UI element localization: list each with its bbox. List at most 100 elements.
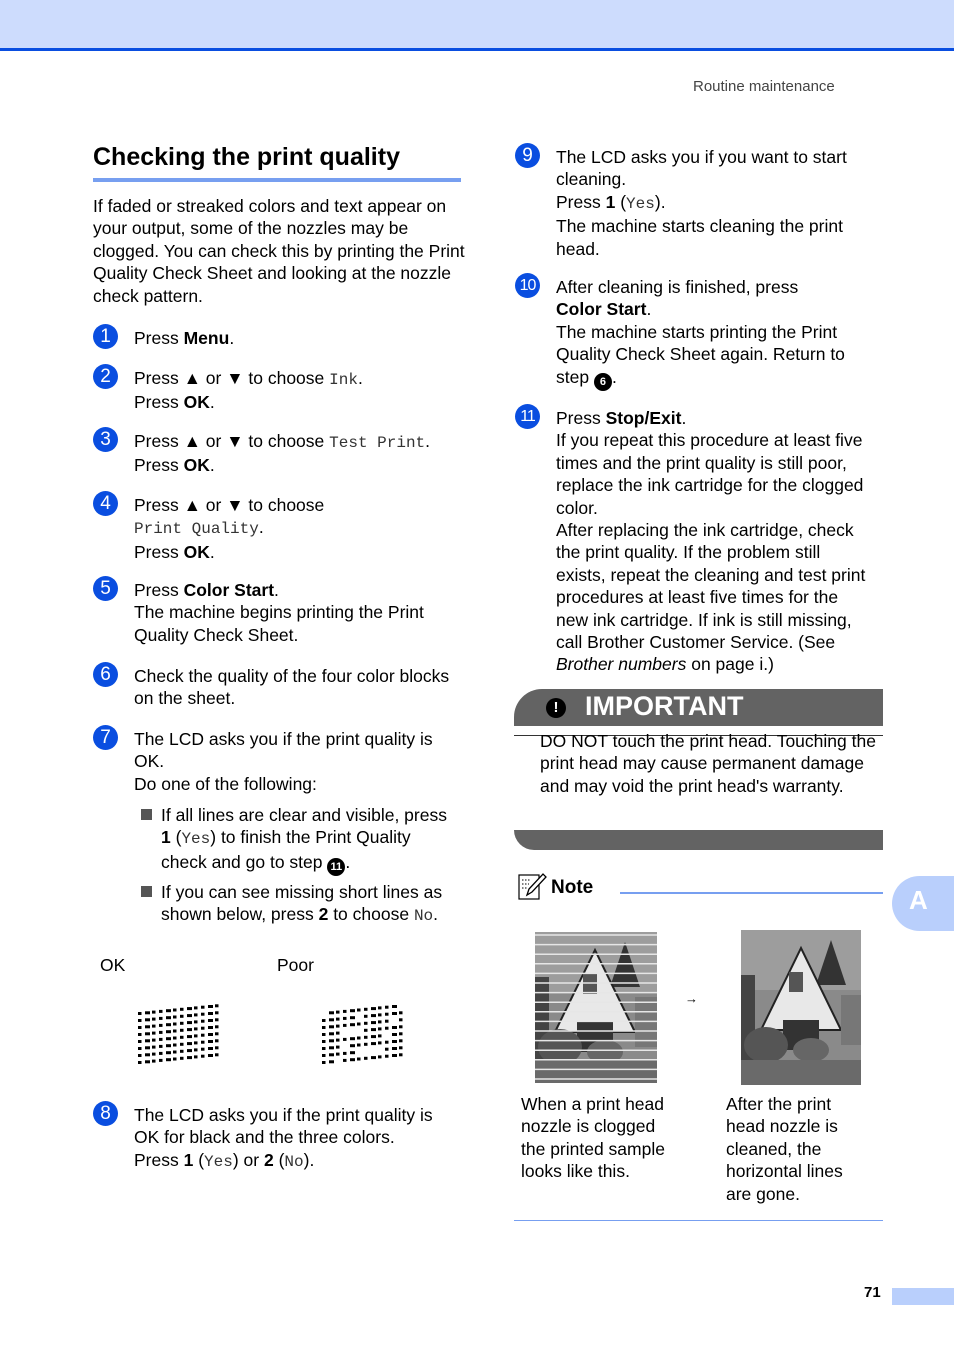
nozzle-dot — [392, 1047, 397, 1050]
nozzle-dot — [159, 1058, 163, 1062]
nozzle-dot — [364, 1007, 368, 1011]
nozzle-dot — [385, 1040, 389, 1044]
nozzle-pattern-ok — [138, 1004, 219, 1064]
nozzle-dot — [145, 1039, 150, 1043]
page-number: 71 — [864, 1284, 881, 1301]
photo-clogged-sample — [535, 932, 657, 1083]
nozzle-dot — [159, 1016, 163, 1020]
nozzle-dot — [180, 1035, 184, 1039]
important-title: IMPORTANT — [585, 691, 744, 721]
nozzle-dot — [329, 1039, 334, 1043]
nozzle-dot — [378, 1027, 382, 1031]
nozzle-dot — [187, 1021, 192, 1025]
nozzle-dot — [357, 1057, 361, 1061]
page-tab-marker — [892, 1288, 954, 1305]
lcd-option: Ink — [329, 371, 358, 389]
nozzle-dot — [336, 1010, 340, 1014]
cross-reference-link[interactable]: Brother numbers — [556, 654, 686, 674]
nozzle-dot — [343, 1058, 347, 1062]
ok-label: OK — [100, 955, 126, 975]
nozzle-dot — [399, 1053, 403, 1057]
chapter-tab[interactable]: A — [892, 876, 954, 931]
step-reference-badge: 6 — [593, 372, 612, 391]
nozzle-dot — [159, 1037, 163, 1041]
nozzle-dot — [322, 1019, 326, 1022]
nozzle-dot — [201, 1026, 205, 1030]
nozzle-dot — [364, 1056, 368, 1060]
nozzle-dot — [194, 1034, 198, 1038]
nozzle-dot — [371, 1028, 376, 1032]
nozzle-dot — [201, 1012, 205, 1016]
note-divider — [620, 892, 883, 894]
nozzle-dot — [166, 1037, 171, 1041]
step-8: 8 The LCD asks you if the print quality … — [93, 1101, 473, 1174]
step-number-badge: 3 — [93, 427, 118, 452]
nozzle-dot — [173, 1057, 177, 1061]
nozzle-dot — [145, 1018, 150, 1022]
nozzle-dot — [201, 1005, 205, 1009]
nozzle-dot — [378, 1034, 382, 1038]
nozzle-dot — [187, 1035, 192, 1039]
nozzle-dot — [385, 1054, 389, 1058]
nozzle-dot — [180, 1042, 184, 1046]
nozzle-dot — [138, 1054, 142, 1057]
nozzle-dot — [159, 1023, 163, 1027]
step-5: 5 Press Color Start. The machine begins p… — [93, 576, 473, 649]
nozzle-dot — [392, 1012, 397, 1015]
nozzle-dot — [194, 1048, 198, 1052]
nozzle-dot — [173, 1043, 177, 1047]
nozzle-dot — [173, 1008, 177, 1012]
step-1: 1 Press Menu. — [93, 324, 473, 352]
nozzle-dot — [215, 1032, 219, 1036]
nozzle-dot — [166, 1044, 171, 1048]
nozzle-dot — [187, 1028, 192, 1032]
nozzle-dot — [215, 1025, 219, 1029]
nozzle-dot — [173, 1015, 177, 1019]
nozzle-dot — [336, 1052, 340, 1056]
nozzle-dot — [385, 1026, 389, 1030]
title-underline — [93, 178, 461, 182]
exclamation-icon: ! — [546, 698, 566, 718]
step-11: 11 Press Stop/Exit. If you repeat this p… — [515, 404, 895, 677]
step-number-badge: 5 — [93, 576, 118, 601]
nozzle-dot — [385, 1005, 389, 1009]
nozzle-dot — [336, 1031, 340, 1035]
nozzle-dot — [392, 1033, 397, 1036]
nozzle-dot — [180, 1014, 184, 1018]
nozzle-dot — [322, 1054, 326, 1057]
step-number-badge: 10 — [515, 273, 540, 298]
nozzle-dot — [187, 1014, 192, 1018]
nozzle-dot — [215, 1046, 219, 1050]
step-number-badge: 11 — [515, 404, 540, 429]
nozzle-dot — [343, 1016, 347, 1020]
nozzle-dot — [371, 1035, 376, 1039]
nozzle-dot — [152, 1045, 156, 1049]
step-number-badge: 8 — [93, 1101, 118, 1126]
nozzle-dot — [187, 1049, 192, 1053]
nozzle-dot — [364, 1014, 368, 1018]
arrow-right-icon: → — [685, 991, 698, 1006]
nozzle-dot — [159, 1044, 163, 1048]
nozzle-dot — [357, 1036, 361, 1040]
nozzle-dot — [138, 1019, 142, 1022]
nozzle-dot — [208, 1054, 213, 1057]
nozzle-dot — [138, 1033, 142, 1036]
nozzle-dot — [385, 1047, 389, 1051]
nozzle-dot — [180, 1021, 184, 1025]
nozzle-dot — [201, 1033, 205, 1037]
key-name: Color Start — [183, 580, 275, 600]
step-number-badge: 6 — [93, 662, 118, 687]
nozzle-dot — [364, 1028, 368, 1032]
nozzle-dot — [215, 1018, 219, 1022]
nozzle-dot — [145, 1046, 150, 1050]
caption-after: After the print head nozzle is cleaned, … — [726, 1094, 843, 1204]
nozzle-dot — [343, 1009, 347, 1013]
nozzle-dot — [378, 1006, 382, 1010]
key-name: Menu — [183, 328, 230, 348]
step-reference-badge: 11 — [327, 857, 346, 876]
square-bullet-icon — [141, 809, 152, 820]
nozzle-dot — [208, 1033, 213, 1036]
nozzle-dot — [336, 1038, 340, 1042]
nozzle-dot — [159, 1030, 163, 1034]
nozzle-dot — [378, 1041, 382, 1045]
